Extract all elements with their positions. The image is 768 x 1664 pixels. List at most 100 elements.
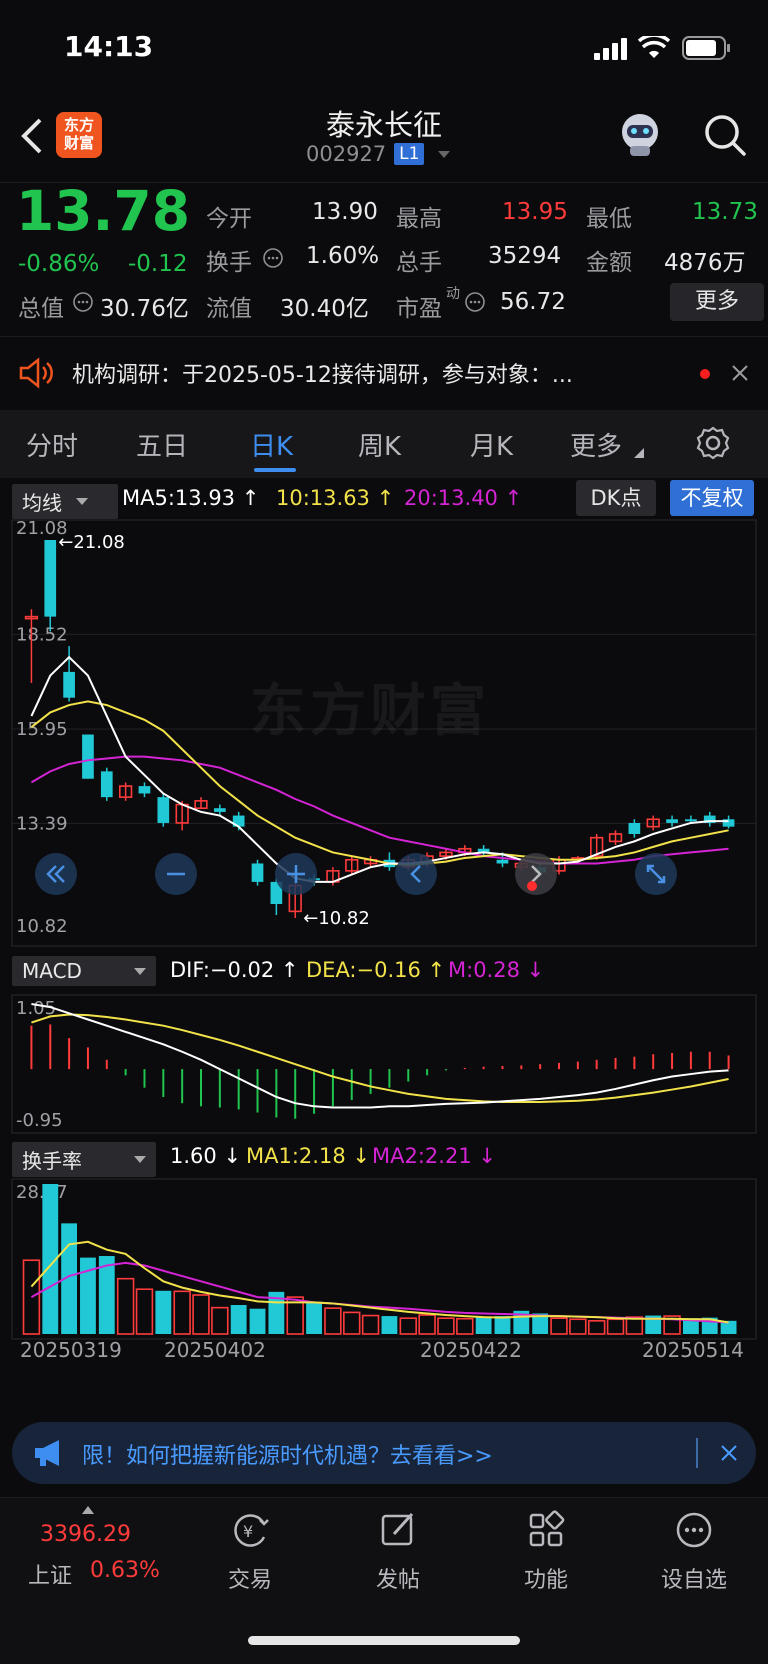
period-tabs: 分时 五日 日K 周K 月K 更多 bbox=[0, 410, 768, 478]
status-time: 14:13 bbox=[64, 30, 154, 63]
turnover-chart[interactable]: 28.47 bbox=[0, 1178, 768, 1342]
amount-label: 金额 bbox=[586, 250, 632, 276]
ma2-arrow: ↓ bbox=[471, 1144, 496, 1168]
kline-axis-label: 15.95 bbox=[16, 719, 68, 740]
ma5-text: MA5:13.93 bbox=[122, 486, 236, 510]
dif-legend: DIF:−0.02 ↑ bbox=[170, 958, 299, 982]
turnover-bar bbox=[569, 1318, 587, 1335]
m-arrow: ↓ bbox=[519, 958, 545, 982]
turnover-bar bbox=[587, 1320, 606, 1335]
notice-text: 机构调研：于2025-05-12接待调研，参与对象：... bbox=[72, 363, 573, 388]
low-value: 13.73 bbox=[692, 199, 758, 225]
function-grid-icon bbox=[529, 1510, 565, 1547]
ma2-legend: MA2:2.21 ↓ bbox=[372, 1144, 496, 1168]
macd-chart[interactable]: 1.05-0.95 bbox=[0, 994, 768, 1134]
promo-divider bbox=[696, 1438, 698, 1468]
info-icon[interactable] bbox=[464, 291, 486, 313]
ma5-arrow: ↑ bbox=[235, 486, 260, 510]
candle-body bbox=[628, 822, 641, 834]
index-value[interactable]: 3396.29 bbox=[40, 1522, 131, 1547]
adjust-button[interactable]: 不复权 bbox=[670, 480, 754, 516]
turnover-bar bbox=[192, 1294, 210, 1335]
scroll-right-icon[interactable] bbox=[514, 852, 558, 896]
change-percent: -0.86% bbox=[18, 251, 100, 277]
max-price-marker: ←21.08 bbox=[58, 532, 125, 553]
cellular-signal-icon bbox=[594, 38, 627, 60]
candle-body bbox=[214, 808, 226, 812]
scroll-left-icon[interactable] bbox=[394, 852, 438, 896]
edit-post-icon bbox=[381, 1512, 414, 1546]
turnover-value: 1.60% bbox=[306, 243, 380, 269]
info-icon[interactable] bbox=[262, 247, 284, 269]
min-price-marker: ←10.82 bbox=[303, 908, 370, 929]
turnover-arrow: ↓ bbox=[216, 1144, 242, 1168]
turnover-bar bbox=[437, 1317, 455, 1335]
index-change[interactable]: 0.63% bbox=[90, 1558, 160, 1583]
turnover-bar bbox=[606, 1318, 625, 1335]
macd-indicator-select[interactable]: MACD bbox=[12, 956, 156, 986]
nav-watchlist[interactable]: 设自选 bbox=[639, 1510, 749, 1594]
tab-daily-k[interactable]: 日K bbox=[250, 426, 293, 463]
high-label: 最高 bbox=[396, 206, 442, 232]
svg-text:¥: ¥ bbox=[243, 1522, 253, 1541]
chevron-down-icon bbox=[134, 1156, 146, 1163]
index-name[interactable]: 上证 bbox=[28, 1558, 72, 1590]
turnover-bar bbox=[173, 1290, 191, 1335]
tab-intraday[interactable]: 分时 bbox=[26, 426, 78, 463]
fullscreen-icon[interactable] bbox=[634, 852, 678, 896]
search-icon[interactable] bbox=[702, 112, 748, 158]
ma-select-label: 均线 bbox=[22, 491, 62, 515]
wifi-icon bbox=[638, 36, 670, 58]
pe-superscript: 动 bbox=[446, 286, 460, 302]
promo-text: 限！如何把握新能源时代机遇？去看看>> bbox=[82, 1444, 493, 1469]
tab-five-day[interactable]: 五日 bbox=[136, 426, 188, 463]
stock-code-row[interactable]: 002927 L1 bbox=[306, 142, 451, 166]
turnover-bar bbox=[135, 1288, 154, 1335]
turnover-bar bbox=[116, 1277, 135, 1335]
turnover-indicator-select[interactable]: 换手率 bbox=[12, 1142, 156, 1177]
scroll-far-left-icon[interactable] bbox=[34, 852, 78, 896]
research-notice[interactable]: 机构调研：于2025-05-12接待调研，参与对象：... bbox=[0, 336, 768, 412]
tab-weekly-k[interactable]: 周K bbox=[358, 426, 401, 463]
zoom-in-icon[interactable] bbox=[274, 852, 318, 896]
candle-body bbox=[496, 859, 509, 864]
turnover-bar bbox=[324, 1307, 342, 1335]
turnover-bar bbox=[211, 1306, 229, 1335]
settings-gear-icon[interactable] bbox=[696, 426, 730, 460]
chevron-down-icon bbox=[438, 150, 451, 158]
nav-post[interactable]: 发帖 bbox=[343, 1510, 453, 1594]
market-cap-label: 总值 bbox=[18, 296, 64, 322]
corner-triangle-icon bbox=[634, 448, 644, 458]
tab-more[interactable]: 更多 bbox=[570, 426, 622, 463]
tab-monthly-k[interactable]: 月K bbox=[470, 426, 513, 463]
speaker-icon bbox=[19, 357, 53, 389]
info-icon[interactable] bbox=[72, 291, 94, 313]
turnover-bar bbox=[155, 1290, 172, 1334]
zoom-out-icon[interactable] bbox=[154, 852, 198, 896]
close-icon[interactable] bbox=[720, 1444, 738, 1462]
nav-function[interactable]: 功能 bbox=[491, 1510, 601, 1594]
nav-trade[interactable]: ¥ 交易 bbox=[195, 1510, 305, 1594]
ma-indicator-select[interactable]: 均线 bbox=[12, 484, 118, 519]
turnover-bar bbox=[381, 1316, 398, 1334]
dif-text: DIF:−0.02 bbox=[170, 958, 275, 982]
kline-axis-label: 18.52 bbox=[16, 624, 68, 645]
turnover-bar bbox=[230, 1305, 247, 1334]
more-button[interactable]: 更多 bbox=[670, 283, 764, 321]
pe-label: 市盈 bbox=[396, 296, 442, 322]
promo-banner[interactable]: 限！如何把握新能源时代机遇？去看看>> bbox=[12, 1422, 756, 1484]
close-icon[interactable] bbox=[730, 363, 750, 383]
turnover-bar bbox=[343, 1311, 361, 1335]
candle-body bbox=[666, 819, 678, 823]
robot-assistant-icon[interactable] bbox=[616, 110, 664, 158]
ma20-arrow: ↑ bbox=[497, 486, 523, 510]
volume-label: 总手 bbox=[396, 250, 442, 276]
pe-value: 56.72 bbox=[500, 289, 566, 315]
active-tab-indicator bbox=[254, 468, 296, 472]
dk-point-button[interactable]: DK点 bbox=[576, 480, 656, 516]
more-dots-icon bbox=[676, 1512, 712, 1548]
turnover-bar bbox=[494, 1316, 511, 1334]
turnover-bar bbox=[418, 1314, 436, 1335]
level-badge: L1 bbox=[394, 143, 425, 165]
ma10-text: 10:13.63 bbox=[276, 486, 370, 510]
